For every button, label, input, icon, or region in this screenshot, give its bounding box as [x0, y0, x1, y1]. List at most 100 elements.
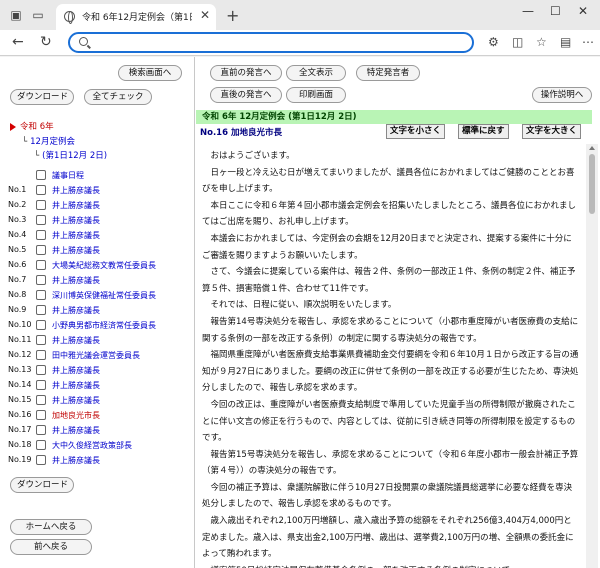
speech-checkbox[interactable]	[36, 260, 46, 270]
speaker-row[interactable]: No.12 田中雅光議会運営委員長	[8, 348, 192, 363]
speaker-link[interactable]: 井上勝彦議長	[52, 380, 100, 391]
tree-year[interactable]: 令和 6年	[10, 120, 54, 132]
speech-checkbox[interactable]	[36, 245, 46, 255]
url-box[interactable]	[68, 32, 474, 53]
agenda-row[interactable]: 議事日程	[8, 168, 192, 183]
split-screen-icon[interactable]: ◫	[512, 35, 523, 49]
maximize-icon[interactable]: ☐	[550, 4, 561, 18]
speech-checkbox[interactable]	[36, 380, 46, 390]
speech-checkbox[interactable]	[36, 440, 46, 450]
speaker-row[interactable]: No.10 小野典男都市経済常任委員長	[8, 318, 192, 333]
text-reset-button[interactable]: 標準に戻す	[458, 124, 509, 139]
speech-checkbox[interactable]	[36, 320, 46, 330]
speech-checkbox[interactable]	[36, 185, 46, 195]
speech-number: No.1	[8, 185, 27, 194]
agenda-link[interactable]: 議事日程	[52, 170, 84, 181]
speech-scrollbar[interactable]	[586, 144, 598, 568]
scroll-up-icon[interactable]	[589, 146, 595, 150]
speech-checkbox[interactable]	[36, 230, 46, 240]
print-button[interactable]: 印刷画面	[286, 87, 346, 103]
download-button[interactable]: ダウンロード	[10, 89, 74, 105]
speech-checkbox[interactable]	[36, 305, 46, 315]
speaker-row[interactable]: No.11 井上勝彦議長	[8, 333, 192, 348]
speech-checkbox[interactable]	[36, 365, 46, 375]
scroll-thumb[interactable]	[589, 154, 595, 214]
speaker-link[interactable]: 井上勝彦議長	[52, 395, 100, 406]
speech-checkbox[interactable]	[36, 410, 46, 420]
speaker-row[interactable]: No.19 井上勝彦議長	[8, 453, 192, 468]
pane-divider[interactable]	[194, 57, 195, 568]
minimize-icon[interactable]: —	[522, 4, 534, 18]
speaker-row[interactable]: No.15 井上勝彦議長	[8, 393, 192, 408]
url-input[interactable]	[94, 35, 464, 50]
speech-checkbox[interactable]	[36, 335, 46, 345]
speaker-link[interactable]: 大中久俊経営政策部長	[52, 440, 132, 451]
speaker-row[interactable]: No.13 井上勝彦議長	[8, 363, 192, 378]
tree-day[interactable]: └ (第1日12月 2日)	[34, 149, 107, 161]
home-button[interactable]: ホームへ戻る	[10, 519, 92, 535]
speaker-row[interactable]: No.9 井上勝彦議長	[8, 303, 192, 318]
speaker-link[interactable]: 井上勝彦議長	[52, 185, 100, 196]
speech-checkbox[interactable]	[36, 350, 46, 360]
speaker-row[interactable]: No.8 深川博英保健福祉常任委員長	[8, 288, 192, 303]
tree-session[interactable]: └ 12月定例会	[22, 135, 75, 147]
speech-checkbox[interactable]	[36, 215, 46, 225]
window-menu-icon[interactable]: ▣	[8, 7, 24, 23]
specific-speaker-button[interactable]: 特定発言者	[356, 65, 420, 81]
speaker-link[interactable]: 井上勝彦議長	[52, 245, 100, 256]
back-arrow-icon[interactable]: ←	[12, 34, 24, 50]
speaker-link[interactable]: 井上勝彦議長	[52, 230, 100, 241]
speaker-link[interactable]: 井上勝彦議長	[52, 365, 100, 376]
speaker-link[interactable]: 小野典男都市経済常任委員長	[52, 320, 156, 331]
agenda-checkbox[interactable]	[36, 170, 46, 180]
browser-tab[interactable]: 令和 6年12月定例会（第1日12月 2日） ✕	[56, 4, 216, 30]
speaker-row[interactable]: No.1 井上勝彦議長	[8, 183, 192, 198]
speaker-link[interactable]: 大場美紀総務文教常任委員長	[52, 260, 156, 271]
speaker-link[interactable]: 井上勝彦議長	[52, 335, 100, 346]
speaker-row[interactable]: No.3 井上勝彦議長	[8, 213, 192, 228]
help-button[interactable]: 操作説明へ	[532, 87, 592, 103]
speaker-link[interactable]: 井上勝彦議長	[52, 425, 100, 436]
refresh-icon[interactable]: ↻	[40, 34, 52, 50]
speaker-link[interactable]: 加地良光市長	[52, 410, 100, 421]
speaker-row[interactable]: No.5 井上勝彦議長	[8, 243, 192, 258]
extensions-icon[interactable]: ⚙	[488, 35, 499, 49]
speaker-row[interactable]: No.16 加地良光市長	[8, 408, 192, 423]
more-menu-icon[interactable]: ⋯	[582, 35, 594, 49]
search-screen-button[interactable]: 検索画面へ	[118, 65, 182, 81]
text-larger-button[interactable]: 文字を大きく	[522, 124, 582, 139]
collections-icon[interactable]: ▤	[560, 35, 571, 49]
speaker-row[interactable]: No.17 井上勝彦議長	[8, 423, 192, 438]
speaker-link[interactable]: 井上勝彦議長	[52, 305, 100, 316]
new-tab-icon[interactable]: +	[226, 6, 239, 25]
speaker-link[interactable]: 井上勝彦議長	[52, 275, 100, 286]
speaker-link[interactable]: 深川博英保健福祉常任委員長	[52, 290, 156, 301]
speaker-row[interactable]: No.2 井上勝彦議長	[8, 198, 192, 213]
speaker-row[interactable]: No.7 井上勝彦議長	[8, 273, 192, 288]
speech-checkbox[interactable]	[36, 200, 46, 210]
close-window-icon[interactable]: ✕	[578, 4, 588, 18]
show-all-button[interactable]: 全文表示	[286, 65, 346, 81]
speaker-link[interactable]: 田中雅光議会運営委員長	[52, 350, 140, 361]
check-all-button[interactable]: 全てチェック	[84, 89, 152, 105]
back-button[interactable]: 前へ戻る	[10, 539, 92, 555]
download-button-bottom[interactable]: ダウンロード	[10, 477, 74, 493]
speech-checkbox[interactable]	[36, 395, 46, 405]
speaker-row[interactable]: No.4 井上勝彦議長	[8, 228, 192, 243]
tab-actions-icon[interactable]: ▭	[30, 7, 46, 23]
speaker-row[interactable]: No.14 井上勝彦議長	[8, 378, 192, 393]
favorites-icon[interactable]: ☆	[536, 35, 547, 49]
prev-speech-button[interactable]: 直前の発言へ	[210, 65, 282, 81]
speech-checkbox[interactable]	[36, 275, 46, 285]
speaker-row[interactable]: No.6 大場美紀総務文教常任委員長	[8, 258, 192, 273]
speech-checkbox[interactable]	[36, 290, 46, 300]
speech-checkbox[interactable]	[36, 455, 46, 465]
speaker-row[interactable]: No.18 大中久俊経営政策部長	[8, 438, 192, 453]
speaker-link[interactable]: 井上勝彦議長	[52, 215, 100, 226]
text-smaller-button[interactable]: 文字を小さく	[386, 124, 446, 139]
speaker-link[interactable]: 井上勝彦議長	[52, 200, 100, 211]
speaker-link[interactable]: 井上勝彦議長	[52, 455, 100, 466]
next-speech-button[interactable]: 直後の発言へ	[210, 87, 282, 103]
tab-close-icon[interactable]: ✕	[200, 8, 210, 22]
speech-checkbox[interactable]	[36, 425, 46, 435]
